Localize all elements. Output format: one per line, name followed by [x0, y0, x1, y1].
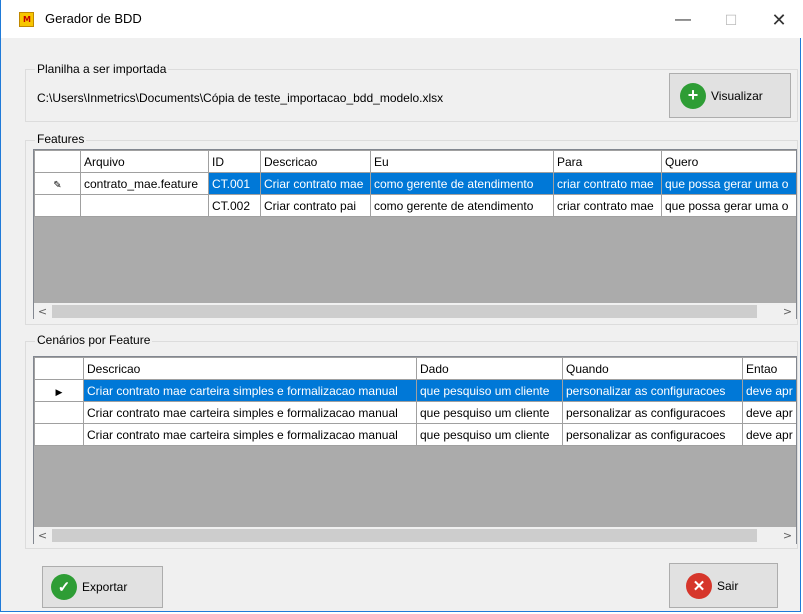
cell-quando[interactable]: personalizar as configuracoes: [562, 423, 743, 446]
pencil-icon: ✎: [53, 179, 62, 191]
cell-descricao[interactable]: Criar contrato mae: [260, 172, 371, 195]
features-group-label: Features: [35, 132, 87, 146]
column-header-quando[interactable]: Quando: [562, 357, 743, 380]
scroll-left-icon[interactable]: <: [34, 527, 51, 544]
cell-quero[interactable]: que possa gerar uma o: [661, 172, 796, 195]
row-header[interactable]: ✎: [34, 172, 81, 195]
cell-quando[interactable]: personalizar as configuracoes: [562, 379, 743, 402]
scenarios-grid[interactable]: Descricao Dado Quando Entao ▶ Criar cont…: [33, 356, 797, 544]
title-bar: M Gerador de BDD — ☐ ✕: [1, 0, 802, 38]
close-button[interactable]: ✕: [757, 6, 801, 34]
table-row[interactable]: ▶ Criar contrato mae carteira simples e …: [34, 379, 796, 402]
view-button[interactable]: + Visualizar: [669, 73, 791, 118]
row-header-corner: [34, 150, 81, 173]
cell-id[interactable]: CT.002: [208, 194, 261, 217]
close-icon: ✕: [771, 9, 787, 30]
cell-dado[interactable]: que pesquiso um cliente: [416, 379, 563, 402]
cell-entao[interactable]: deve apr: [742, 423, 796, 446]
column-header-quero[interactable]: Quero: [661, 150, 796, 173]
app-window: M Gerador de BDD — ☐ ✕ Planilha a ser im…: [0, 0, 802, 612]
cell-id[interactable]: CT.001: [208, 172, 261, 195]
cell-entao[interactable]: deve apr: [742, 379, 796, 402]
scenarios-group-label: Cenários por Feature: [35, 333, 153, 347]
cell-entao[interactable]: deve apr: [742, 401, 796, 424]
column-header-descricao[interactable]: Descricao: [260, 150, 371, 173]
row-header-corner: [34, 357, 84, 380]
scenarios-header-row: Descricao Dado Quando Entao: [34, 357, 796, 380]
row-header[interactable]: [34, 401, 84, 424]
column-header-id[interactable]: ID: [208, 150, 261, 173]
close-x-icon: ✕: [686, 572, 712, 599]
export-button-label: Exportar: [82, 580, 128, 594]
column-header-para[interactable]: Para: [553, 150, 662, 173]
scroll-left-icon[interactable]: <: [34, 303, 51, 320]
view-button-label: Visualizar: [711, 88, 763, 103]
window-title: Gerador de BDD: [45, 11, 142, 26]
cell-arquivo[interactable]: contrato_mae.feature: [80, 172, 209, 195]
checkmark-icon: ✓: [51, 574, 77, 600]
column-header-dado[interactable]: Dado: [416, 357, 563, 380]
row-header[interactable]: ▶: [34, 379, 84, 402]
cell-arquivo[interactable]: [80, 194, 209, 217]
table-row[interactable]: CT.002 Criar contrato pai como gerente d…: [34, 194, 796, 217]
cell-descricao[interactable]: Criar contrato mae carteira simples e fo…: [83, 379, 417, 402]
cell-descricao[interactable]: Criar contrato mae carteira simples e fo…: [83, 401, 417, 424]
row-header[interactable]: [34, 423, 84, 446]
features-grid[interactable]: Arquivo ID Descricao Eu Para Quero ✎ con…: [33, 149, 797, 319]
scenarios-horizontal-scrollbar[interactable]: < >: [34, 527, 796, 544]
minimize-icon: —: [675, 11, 691, 28]
features-horizontal-scrollbar[interactable]: < >: [34, 303, 796, 320]
cell-eu[interactable]: como gerente de atendimento: [370, 172, 554, 195]
scroll-thumb[interactable]: [52, 305, 757, 318]
minimize-button[interactable]: —: [661, 6, 705, 34]
add-icon: +: [680, 82, 706, 109]
column-header-arquivo[interactable]: Arquivo: [80, 150, 209, 173]
column-header-eu[interactable]: Eu: [370, 150, 554, 173]
table-row[interactable]: Criar contrato mae carteira simples e fo…: [34, 423, 796, 446]
export-button[interactable]: ✓ Exportar: [42, 566, 163, 608]
cell-dado[interactable]: que pesquiso um cliente: [416, 401, 563, 424]
maximize-icon: ☐: [724, 11, 738, 28]
table-row[interactable]: ✎ contrato_mae.feature CT.001 Criar cont…: [34, 172, 796, 195]
column-header-descricao[interactable]: Descricao: [83, 357, 417, 380]
exit-button-label: Sair: [717, 578, 739, 593]
cell-eu[interactable]: como gerente de atendimento: [370, 194, 554, 217]
cell-dado[interactable]: que pesquiso um cliente: [416, 423, 563, 446]
maximize-button[interactable]: ☐: [709, 6, 753, 34]
cell-descricao[interactable]: Criar contrato pai: [260, 194, 371, 217]
import-group-label: Planilha a ser importada: [35, 62, 169, 76]
current-row-arrow-icon: ▶: [55, 386, 63, 397]
cell-quero[interactable]: que possa gerar uma o: [661, 194, 796, 217]
table-row[interactable]: Criar contrato mae carteira simples e fo…: [34, 401, 796, 424]
scroll-right-icon[interactable]: >: [779, 527, 796, 544]
column-header-entao[interactable]: Entao: [742, 357, 796, 380]
app-icon: M: [19, 12, 34, 27]
cell-descricao[interactable]: Criar contrato mae carteira simples e fo…: [83, 423, 417, 446]
exit-button[interactable]: ✕ Sair: [669, 563, 778, 608]
scroll-thumb[interactable]: [52, 529, 757, 542]
scroll-right-icon[interactable]: >: [779, 303, 796, 320]
cell-quando[interactable]: personalizar as configuracoes: [562, 401, 743, 424]
row-header[interactable]: [34, 194, 81, 217]
cell-para[interactable]: criar contrato mae: [553, 172, 662, 195]
cell-para[interactable]: criar contrato mae: [553, 194, 662, 217]
file-path: C:\Users\Inmetrics\Documents\Cópia de te…: [37, 91, 444, 105]
features-header-row: Arquivo ID Descricao Eu Para Quero: [34, 150, 796, 173]
